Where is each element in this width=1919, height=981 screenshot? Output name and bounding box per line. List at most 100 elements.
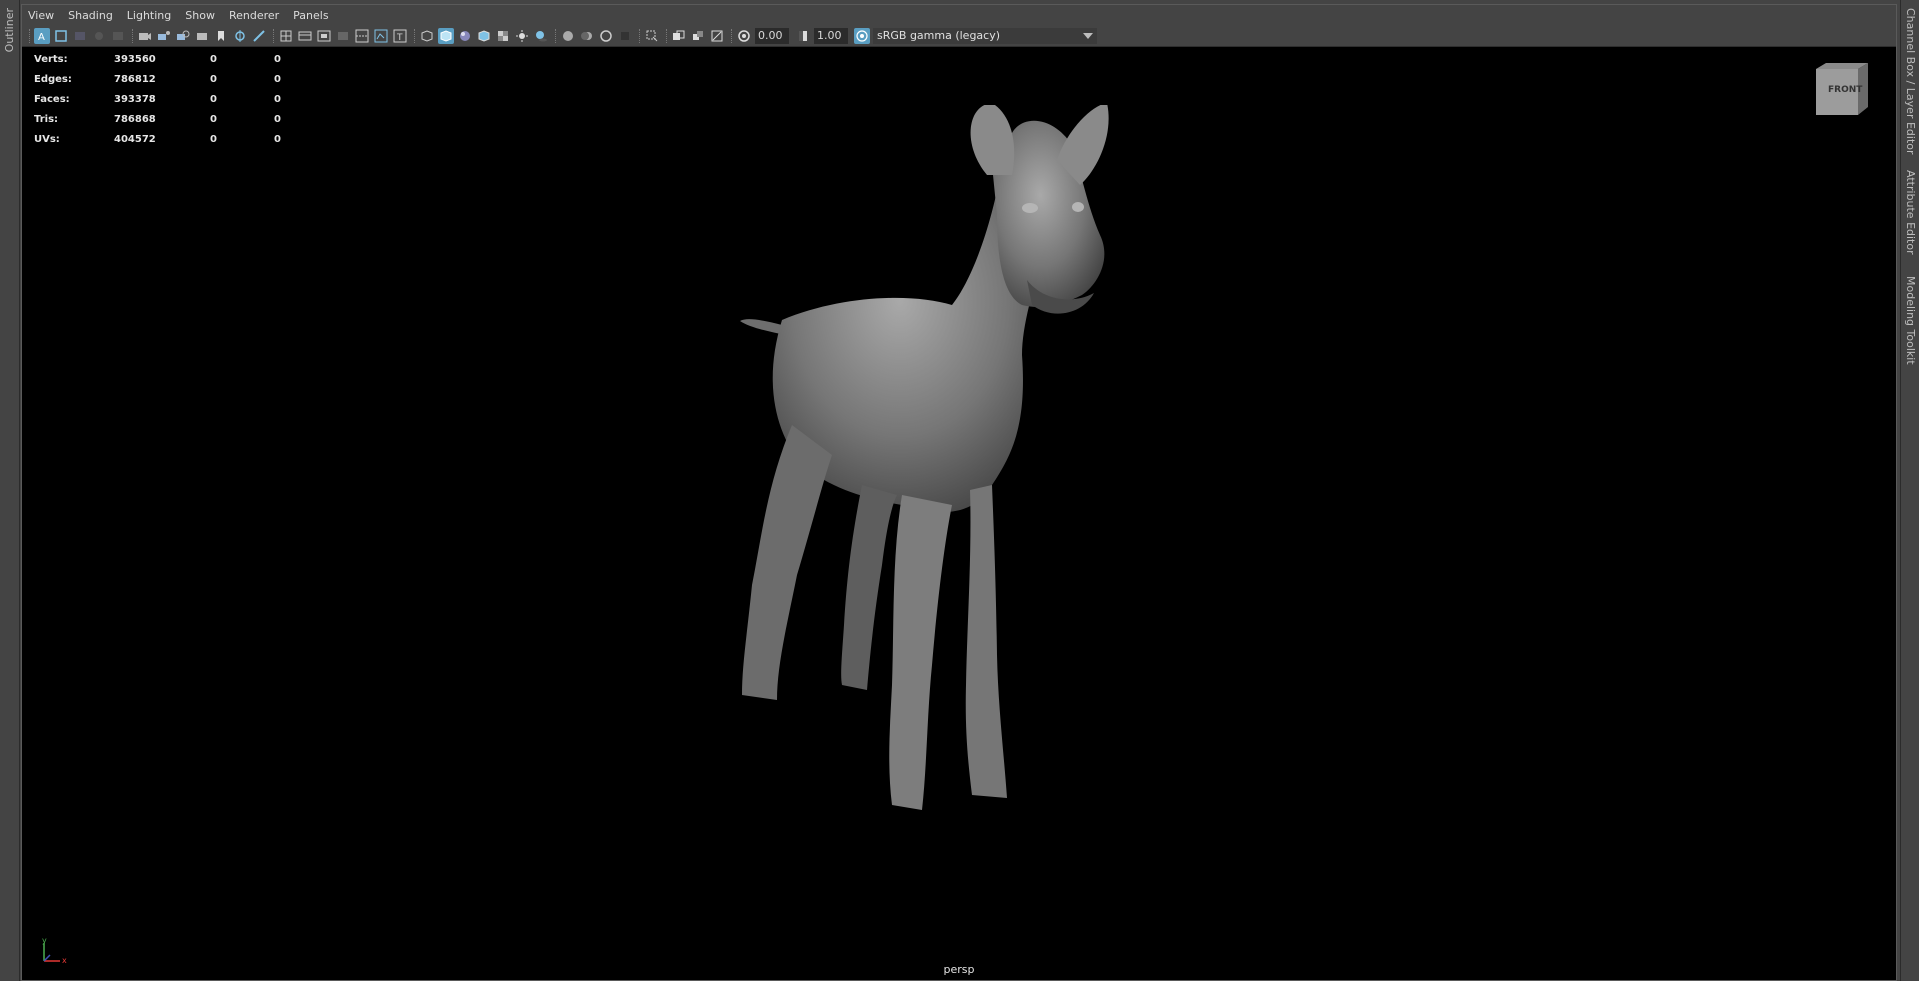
xray-joints-icon[interactable] [709, 28, 725, 44]
menu-view[interactable]: View [28, 9, 54, 22]
bookmark-camera-icon[interactable] [175, 28, 191, 44]
hud-total: 393560 [114, 53, 156, 65]
frame-icon[interactable] [53, 28, 69, 44]
use-all-lights-icon[interactable] [514, 28, 530, 44]
view-transform-dropdown[interactable]: sRGB gamma (legacy) [873, 27, 1097, 44]
hud-components: 0 [274, 73, 281, 85]
toolbar-separator [273, 28, 275, 43]
field-chart-icon[interactable] [354, 28, 370, 44]
view-transform-value: sRGB gamma (legacy) [877, 28, 1001, 42]
textured-icon[interactable] [495, 28, 511, 44]
screen-space-ao-icon[interactable] [560, 28, 576, 44]
toolbar-separator [731, 28, 733, 43]
panel-toolbar: A T 0.00 1.00 sRGB gamma (legacy) [22, 25, 1896, 47]
hud-selected: 0 [210, 133, 217, 145]
hud-row: UVs: 404572 0 0 [34, 129, 304, 149]
camera-name-label: persp [943, 963, 975, 976]
motion-blur-icon[interactable] [579, 28, 595, 44]
menu-renderer[interactable]: Renderer [229, 9, 279, 22]
hud-row: Tris: 786868 0 0 [34, 109, 304, 129]
hud-selected: 0 [210, 93, 217, 105]
hud-label: Faces: [34, 93, 70, 105]
hud-label: UVs: [34, 133, 60, 145]
hud-components: 0 [274, 113, 281, 125]
exposure-field[interactable]: 0.00 [755, 27, 789, 44]
panel-menubar: View Shading Lighting Show Renderer Pane… [22, 5, 1896, 25]
axis-gizmo-icon: y x [42, 936, 67, 965]
view-cube[interactable]: FRONT [1810, 61, 1870, 117]
menu-panels[interactable]: Panels [293, 9, 328, 22]
hud-components: 0 [274, 93, 281, 105]
menu-show[interactable]: Show [185, 9, 215, 22]
smooth-shade-icon[interactable] [438, 27, 454, 44]
hud-selected: 0 [210, 73, 217, 85]
hud-row: Verts: 393560 0 0 [34, 49, 304, 69]
toolbar-separator [414, 28, 416, 43]
view-cube-face-label: FRONT [1828, 85, 1863, 95]
safe-action-icon[interactable] [373, 28, 389, 44]
viewport-panel[interactable]: View Shading Lighting Show Renderer Pane… [21, 4, 1897, 981]
wireframe-on-shaded-icon[interactable] [476, 28, 492, 44]
isolate-select-icon[interactable] [644, 28, 660, 44]
attribute-editor-tab[interactable]: Attribute Editor [1904, 170, 1917, 255]
xray-active-components-icon[interactable] [690, 28, 706, 44]
hud-total: 786812 [114, 73, 156, 85]
menu-shading[interactable]: Shading [68, 9, 113, 22]
hud-label: Verts: [34, 53, 68, 65]
hud-label: Edges: [34, 73, 72, 85]
toolbar-separator [29, 28, 31, 43]
svg-text:T: T [396, 33, 403, 43]
poly-count-hud: Verts: 393560 0 0 Edges: 786812 0 0 Face… [34, 49, 304, 149]
menu-lighting[interactable]: Lighting [127, 9, 171, 22]
hud-total: 786868 [114, 113, 156, 125]
svg-text:A: A [38, 32, 45, 43]
hud-row: Edges: 786812 0 0 [34, 69, 304, 89]
safe-title-icon[interactable]: T [392, 28, 408, 44]
hud-total: 393378 [114, 93, 156, 105]
image-plane-icon[interactable] [194, 28, 210, 44]
2d-pan-zoom-icon[interactable] [232, 28, 248, 44]
hud-row: Faces: 393378 0 0 [34, 89, 304, 109]
resolution-gate-toggle-icon[interactable] [316, 28, 332, 44]
grid-icon[interactable] [278, 28, 294, 44]
depth-of-field-icon[interactable] [617, 28, 633, 44]
color-management-icon[interactable] [854, 27, 870, 44]
shadows-icon[interactable] [533, 28, 549, 44]
film-gate-icon[interactable] [72, 28, 88, 44]
chevron-down-icon [1083, 32, 1093, 39]
gate-mask-toggle-icon[interactable] [335, 28, 351, 44]
modeling-toolkit-tab[interactable]: Modeling Toolkit [1904, 276, 1917, 365]
toolbar-separator [666, 28, 668, 43]
hud-selected: 0 [210, 113, 217, 125]
hud-label: Tris: [34, 113, 59, 125]
anti-aliasing-icon[interactable] [598, 28, 614, 44]
hud-components: 0 [274, 53, 281, 65]
left-side-rail: Outliner [0, 0, 20, 981]
camera-icon[interactable] [137, 28, 153, 44]
gamma-field[interactable]: 1.00 [814, 27, 848, 44]
resolution-gate-icon[interactable] [91, 28, 107, 44]
bookmark-icon[interactable] [213, 28, 229, 44]
camera-attributes-icon[interactable] [156, 28, 172, 44]
axis-y-label: y [42, 936, 47, 945]
gate-mask-icon[interactable] [110, 28, 126, 44]
maya-app: Outliner View Shading Lighting Show Rend… [0, 0, 1919, 981]
grease-pencil-icon[interactable] [251, 28, 267, 44]
right-side-rail: Channel Box / Layer Editor Attribute Edi… [1900, 0, 1919, 981]
toolbar-separator [132, 28, 134, 43]
select-camera-icon[interactable]: A [34, 27, 50, 44]
default-material-icon[interactable] [457, 28, 473, 44]
toolbar-separator [639, 28, 641, 43]
wireframe-icon[interactable] [419, 28, 435, 44]
toolbar-separator [555, 28, 557, 43]
hud-total: 404572 [114, 133, 156, 145]
gamma-icon[interactable] [795, 28, 811, 44]
hud-components: 0 [274, 133, 281, 145]
exposure-icon[interactable] [736, 28, 752, 44]
film-gate-toggle-icon[interactable] [297, 28, 313, 44]
hud-selected: 0 [210, 53, 217, 65]
dog-model[interactable] [722, 105, 1222, 905]
xray-icon[interactable] [671, 28, 687, 44]
outliner-tab[interactable]: Outliner [3, 8, 16, 52]
channel-box-tab[interactable]: Channel Box / Layer Editor [1904, 8, 1917, 155]
